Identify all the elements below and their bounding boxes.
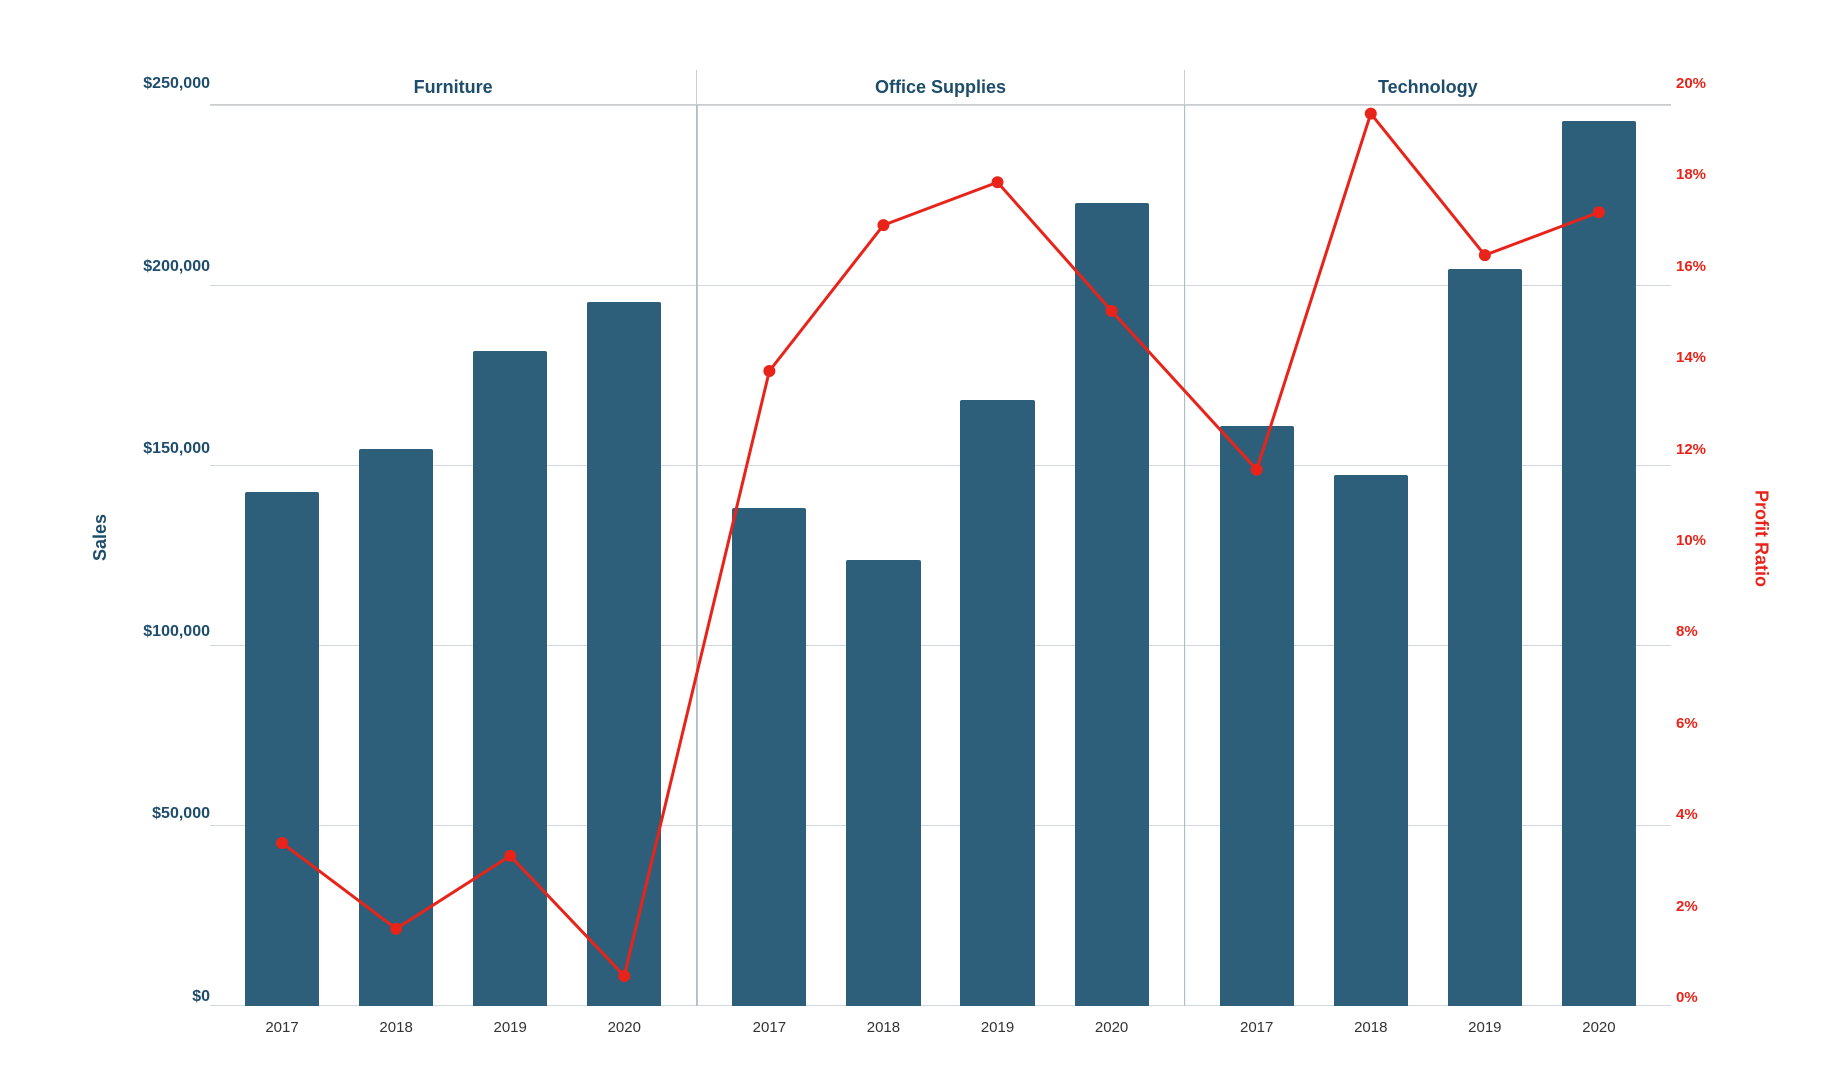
y-tick-right-10: 10% [1671,532,1741,549]
bar-technology-2019 [1448,269,1522,1006]
y-tick-100k: $100,000 [120,623,210,641]
x-label-2019: 2019 [494,1019,527,1036]
y-axis-left-label: Sales [90,514,111,561]
plot-area: 2017201820192020 2017201820192020 201720… [210,105,1671,1046]
y-axis-right-label: Profit Ratio [1751,490,1772,587]
category-furniture: Furniture [210,70,697,104]
category-office-supplies: Office Supplies [697,70,1184,104]
bar-wrapper-office-supplies-2019: 2019 [940,105,1054,1006]
bar-wrapper-technology-2019: 2019 [1428,105,1542,1006]
bar-wrapper-office-supplies-2017: 2017 [712,105,826,1006]
y-tick-50k: $50,000 [120,805,210,823]
bar-wrapper-furniture-2019: 2019 [453,105,567,1006]
y-tick-right-2: 2% [1671,898,1741,915]
bar-office-supplies-2020 [1075,203,1149,1006]
y-axis-right: 0% 2% 4% 6% 8% 10% 12% 14% 16% 18% 20% [1671,70,1741,1046]
y-axis-left: $0 $50,000 $100,000 $150,000 $200,000 $2… [120,70,210,1046]
x-label-2019: 2019 [981,1019,1014,1036]
y-tick-right-6: 6% [1671,715,1741,732]
category-technology: Technology [1185,70,1671,104]
bar-wrapper-technology-2018: 2018 [1314,105,1428,1006]
bar-wrapper-technology-2017: 2017 [1200,105,1314,1006]
y-tick-250k: $250,000 [120,75,210,93]
bar-furniture-2018 [359,449,433,1006]
bar-furniture-2017 [245,492,319,1006]
y-tick-right-4: 4% [1671,806,1741,823]
y-tick-right-0: 0% [1671,989,1741,1006]
y-tick-right-20: 20% [1671,75,1741,92]
category-group-furniture: 2017201820192020 [210,105,697,1006]
bar-wrapper-technology-2020: 2020 [1542,105,1656,1006]
bar-office-supplies-2017 [732,508,806,1006]
x-label-2020: 2020 [1582,1019,1615,1036]
bar-wrapper-furniture-2018: 2018 [339,105,453,1006]
x-label-2020: 2020 [1095,1019,1128,1036]
y-tick-right-12: 12% [1671,441,1741,458]
y-tick-150k: $150,000 [120,440,210,458]
bar-wrapper-office-supplies-2018: 2018 [826,105,940,1006]
bar-technology-2017 [1220,426,1294,1006]
x-label-2017: 2017 [753,1019,786,1036]
y-tick-right-16: 16% [1671,258,1741,275]
bar-technology-2018 [1334,475,1408,1006]
y-tick-right-18: 18% [1671,166,1741,183]
bar-wrapper-furniture-2020: 2020 [567,105,681,1006]
x-label-2018: 2018 [379,1019,412,1036]
x-label-2017: 2017 [1240,1019,1273,1036]
y-tick-right-14: 14% [1671,349,1741,366]
x-label-2017: 2017 [265,1019,298,1036]
bar-furniture-2020 [587,302,661,1006]
x-label-2018: 2018 [867,1019,900,1036]
category-group-office: 2017201820192020 [697,105,1184,1006]
bars-row-furniture: 2017201820192020 [210,105,696,1006]
bar-wrapper-office-supplies-2020: 2020 [1055,105,1169,1006]
bar-technology-2020 [1562,121,1636,1006]
category-group-tech: 2017201820192020 [1185,105,1671,1006]
bar-wrapper-furniture-2017: 2017 [225,105,339,1006]
category-labels: Furniture Office Supplies Technology [210,70,1671,105]
y-tick-right-8: 8% [1671,623,1741,640]
x-label-2019: 2019 [1468,1019,1501,1036]
chart-main: Furniture Office Supplies Technology 201… [210,70,1671,1046]
categories-wrapper: 2017201820192020 2017201820192020 201720… [210,105,1671,1046]
bars-row-tech: 2017201820192020 [1185,105,1671,1006]
bars-row-office: 2017201820192020 [697,105,1183,1006]
y-tick-200k: $200,000 [120,258,210,276]
x-label-2018: 2018 [1354,1019,1387,1036]
bar-office-supplies-2018 [846,560,920,1006]
y-tick-0: $0 [120,988,210,1006]
bar-furniture-2019 [473,351,547,1006]
x-label-2020: 2020 [608,1019,641,1036]
bar-office-supplies-2019 [960,400,1034,1006]
